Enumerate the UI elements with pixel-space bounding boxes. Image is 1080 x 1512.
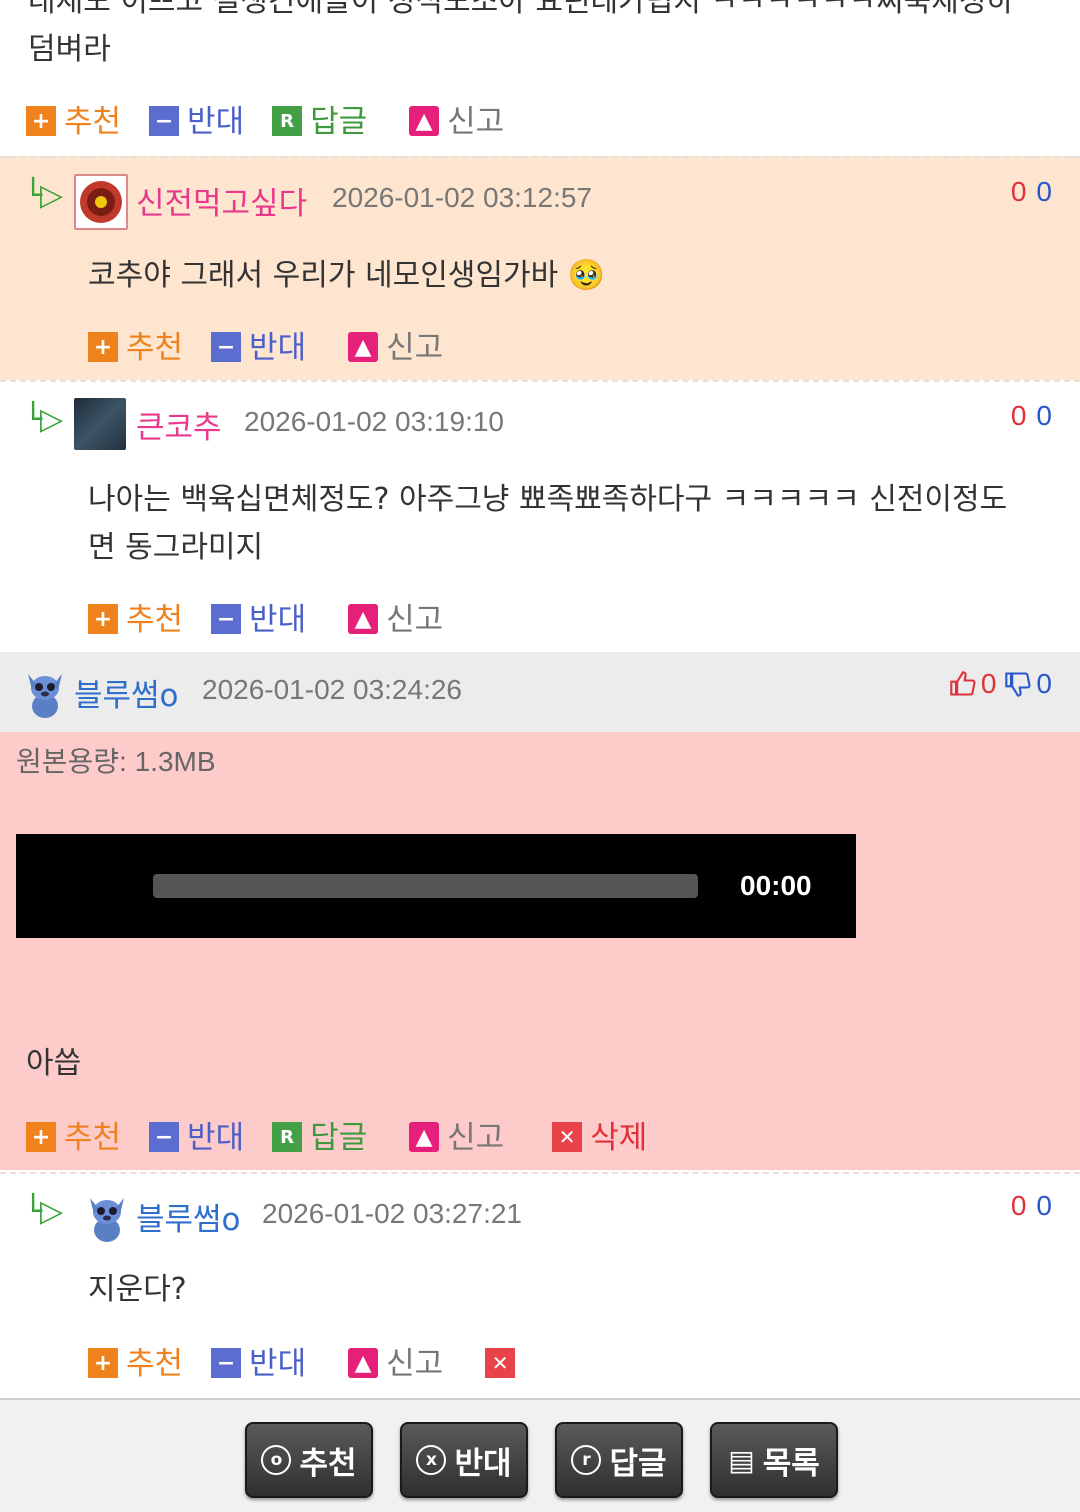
recommend-button[interactable]: + 추천 xyxy=(26,1112,121,1157)
minus-icon: − xyxy=(211,604,242,634)
video-player[interactable]: 00:00 xyxy=(16,834,856,938)
reply-icon: R xyxy=(272,106,303,136)
plus-icon: + xyxy=(88,1348,118,1378)
thumbs-up-icon[interactable] xyxy=(949,670,977,698)
reply-button[interactable]: R 답글 xyxy=(272,96,367,141)
comment-actions: + 추천 − 반대 ▲ 신고 ✕ xyxy=(88,1338,551,1383)
reply-arrow-icon: └▷ xyxy=(24,178,63,213)
bottom-reply-button[interactable]: r 답글 xyxy=(555,1422,683,1498)
comment-text-partial: 대재도 이쁘고 절생긴애들이 정석도조아 요린데가립지 ㅋㅋㅋㅋㅋㅋ찌뚝제정하 xyxy=(28,0,1015,19)
minus-icon: − xyxy=(149,106,180,136)
video-progress-bar[interactable] xyxy=(153,874,698,898)
nickname[interactable]: 블루썸o xyxy=(74,670,179,715)
oppose-button[interactable]: − 반대 xyxy=(149,96,244,141)
siren-icon: ▲ xyxy=(348,604,379,634)
timestamp: 2026-01-02 03:19:10 xyxy=(244,406,504,437)
bottom-list-button[interactable]: ▤ 목록 xyxy=(710,1422,838,1498)
oppose-button[interactable]: − 반대 xyxy=(211,1338,306,1383)
video-time: 00:00 xyxy=(740,870,812,901)
plus-icon: + xyxy=(26,106,56,136)
oppose-button[interactable]: − 반대 xyxy=(211,594,306,639)
stitch-avatar xyxy=(22,666,68,720)
recommend-button[interactable]: + 추천 xyxy=(88,594,183,639)
report-button[interactable]: ▲ 신고 xyxy=(348,1338,443,1383)
plus-icon: + xyxy=(88,332,118,362)
plus-icon: + xyxy=(26,1122,56,1152)
vote-counts: 00 xyxy=(1011,1190,1052,1222)
reply-arrow-icon: └▷ xyxy=(24,1194,63,1229)
comment-actions: + 추천 − 반대 ▲ 신고 xyxy=(88,594,471,639)
siren-icon: ▲ xyxy=(348,332,379,362)
recommend-button[interactable]: + 추천 xyxy=(26,96,121,141)
minus-icon: − xyxy=(211,1348,242,1378)
minus-icon: − xyxy=(211,332,242,362)
comment-text-line2: 면 동그라미지 xyxy=(88,530,264,565)
comment-reply-item: └▷ 블루썸o 2026-01-02 03:27:21 00 지운다? + 추천 … xyxy=(0,1172,1080,1400)
timestamp: 2026-01-02 03:12:57 xyxy=(332,182,592,213)
stitch-avatar xyxy=(84,1190,130,1244)
report-button[interactable]: ▲ 신고 xyxy=(409,96,504,141)
comment-actions: + 추천 − 반대 R 답글 ▲ 신고 xyxy=(26,96,532,141)
comment-actions: + 추천 − 반대 ▲ 신고 xyxy=(88,322,471,367)
comment-body-own: 원본용량: 1.3MB 00:00 아씁 + 추천 − 반대 R 답글 ▲ 신고 ✕ 삭제 xyxy=(0,732,1080,1170)
report-button[interactable]: ▲ 신고 xyxy=(409,1112,504,1157)
delete-button[interactable]: ✕ xyxy=(485,1342,523,1378)
avatar xyxy=(74,398,126,450)
oppose-button[interactable]: − 반대 xyxy=(149,1112,244,1157)
downvote-count: 0 xyxy=(1036,668,1052,699)
upvote-count: 0 xyxy=(1010,1190,1027,1221)
timestamp: 2026-01-02 03:27:21 xyxy=(262,1198,522,1229)
comment-reply-item: └▷ 큰코추 2026-01-02 03:19:10 00 나아는 백육십면체정… xyxy=(0,380,1080,652)
x-circle-icon: x xyxy=(416,1445,447,1475)
delete-button[interactable]: ✕ 삭제 xyxy=(552,1112,647,1157)
nickname[interactable]: 블루썸o xyxy=(136,1194,241,1239)
report-button[interactable]: ▲ 신고 xyxy=(348,322,443,367)
siren-icon: ▲ xyxy=(348,1348,379,1378)
close-icon: ✕ xyxy=(552,1122,583,1152)
upvote-count: 0 xyxy=(1010,400,1027,431)
recommend-button[interactable]: + 추천 xyxy=(88,1338,183,1383)
nickname[interactable]: 큰코추 xyxy=(136,402,222,447)
siren-icon: ▲ xyxy=(409,106,440,136)
minus-icon: − xyxy=(149,1122,180,1152)
recommend-button[interactable]: + 추천 xyxy=(88,322,183,367)
comment-header: 블루썸o 2026-01-02 03:24:26 0 0 xyxy=(0,652,1080,732)
reply-arrow-icon: └▷ xyxy=(24,402,63,437)
list-icon: ▤ xyxy=(728,1443,755,1477)
report-button[interactable]: ▲ 신고 xyxy=(348,594,443,639)
timestamp: 2026-01-02 03:24:26 xyxy=(202,674,462,705)
thumbs-down-icon[interactable] xyxy=(1004,670,1032,698)
plus-icon: + xyxy=(88,604,118,634)
comment-text-partial-line2: 덤벼라 xyxy=(28,32,111,67)
comment-text: 지운다? xyxy=(88,1272,187,1307)
upvote-count: 0 xyxy=(980,668,997,699)
bottom-action-bar: o 추천 x 반대 r 답글 ▤ 목록 xyxy=(0,1398,1080,1512)
upvote-count: 0 xyxy=(1010,176,1027,207)
comment-text: 코추야 그래서 우리가 네모인생임가바 🥹 xyxy=(88,258,606,293)
oppose-button[interactable]: − 반대 xyxy=(211,322,306,367)
o-circle-icon: o xyxy=(261,1445,292,1475)
bottom-recommend-button[interactable]: o 추천 xyxy=(245,1422,373,1498)
comment-actions: + 추천 − 반대 R 답글 ▲ 신고 ✕ 삭제 xyxy=(26,1112,675,1157)
vote-counts: 00 xyxy=(1011,400,1052,432)
reply-icon: R xyxy=(272,1122,303,1152)
vote-counts: 0 0 xyxy=(949,668,1052,700)
reply-button[interactable]: R 답글 xyxy=(272,1112,367,1157)
avatar xyxy=(74,174,128,230)
vote-counts: 00 xyxy=(1011,176,1052,208)
r-circle-icon: r xyxy=(571,1445,602,1475)
downvote-count: 0 xyxy=(1036,176,1052,207)
file-size-label: 원본용량: 1.3MB xyxy=(16,746,216,777)
comment-text: 아씁 xyxy=(26,1046,82,1081)
siren-icon: ▲ xyxy=(409,1122,440,1152)
comment-reply-item: └▷ 신전먹고싶다 2026-01-02 03:12:57 00 코추야 그래서… xyxy=(0,156,1080,382)
nickname[interactable]: 신전먹고싶다 xyxy=(136,178,307,223)
close-icon: ✕ xyxy=(485,1348,516,1378)
bottom-oppose-button[interactable]: x 반대 xyxy=(400,1422,528,1498)
downvote-count: 0 xyxy=(1036,400,1052,431)
downvote-count: 0 xyxy=(1036,1190,1052,1221)
comment-text-line1: 나아는 백육십면체정도? 아주그냥 뾰족뾰족하다구 ㅋㅋㅋㅋㅋ 신전이정도 xyxy=(88,482,1008,517)
